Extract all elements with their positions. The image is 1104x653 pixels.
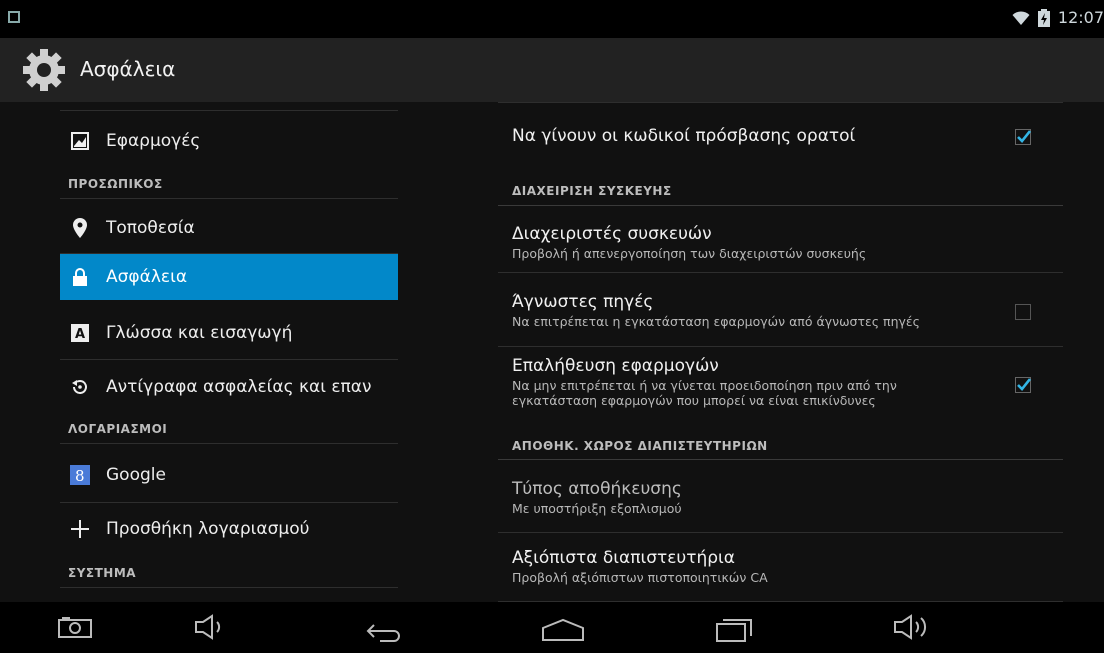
camera-icon[interactable]: [58, 616, 92, 638]
security-settings-list[interactable]: Να γίνουν οι κωδικοί πρόσβασης ορατοί ΔΙ…: [498, 102, 1063, 602]
nav-item-backup-reset[interactable]: Αντίγραφα ασφαλείας και επαν: [60, 364, 398, 410]
setting-storage-type: Τύπος αποθήκευσης Με υποστήριξη εξοπλισμ…: [512, 479, 1077, 516]
setting-trusted-credentials[interactable]: Αξιόπιστα διαπιστευτήρια Προβολή αξιόπισ…: [512, 548, 1077, 585]
nav-item-language-input[interactable]: A Γλώσσα και εισαγωγή: [60, 310, 398, 356]
nav-item-label: Προσθήκη λογαριασμού: [106, 519, 310, 539]
location-pin-icon: [68, 218, 92, 238]
setting-summary-line-2: εγκατάσταση εφαρμογών που μπορεί να είνα…: [512, 393, 876, 408]
nav-item-google[interactable]: 8 Google: [60, 452, 398, 498]
divider: [498, 346, 1063, 347]
divider: [60, 502, 398, 503]
google-icon: 8: [68, 465, 92, 485]
plus-icon: [68, 520, 92, 538]
nav-item-label: Αντίγραφα ασφαλείας και επαν: [106, 377, 372, 397]
setting-summary: Να επιτρέπεται η εγκατάσταση εφαρμογών α…: [512, 314, 920, 329]
show-passwords-checkbox[interactable]: [1015, 129, 1031, 145]
setting-title: Να γίνουν οι κωδικοί πρόσβασης ορατοί: [512, 126, 856, 146]
section-header-device-admin: ΔΙΑΧΕΙΡΙΣΗ ΣΥΣΚΕΥΗΣ: [512, 184, 672, 198]
divider: [498, 459, 1063, 460]
section-header-credential-storage: ΑΠΟΘΗΚ. ΧΩΡΟΣ ΔΙΑΠΙΣΤΕΥΤΗΡΙΩΝ: [512, 439, 768, 453]
setting-title: Τύπος αποθήκευσης: [512, 479, 682, 499]
nav-item-location[interactable]: Τοποθεσία: [60, 205, 398, 251]
volume-down-icon[interactable]: [194, 614, 228, 640]
settings-content: Εφαρμογές ΠΡΟΣΩΠΙΚΟΣ Τοποθεσία Ασφάλεια …: [0, 102, 1104, 602]
section-header-accounts: ΛΟΓΑΡΙΑΣΜΟΙ: [68, 422, 168, 436]
divider: [498, 102, 1063, 103]
setting-show-passwords[interactable]: Να γίνουν οι κωδικοί πρόσβασης ορατοί: [512, 126, 1077, 146]
keyboard-a-icon: A: [68, 324, 92, 342]
nav-item-label: Google: [106, 465, 166, 485]
nav-item-apps[interactable]: Εφαρμογές: [60, 118, 398, 164]
backup-restore-icon: [68, 378, 92, 396]
screenshot-notification-icon: [8, 11, 20, 23]
nav-item-label: Τοποθεσία: [106, 218, 195, 238]
apps-icon: [68, 132, 92, 150]
setting-summary: Με υποστήριξη εξοπλισμού: [512, 501, 682, 516]
divider: [498, 532, 1063, 533]
page-title: Ασφάλεια: [80, 57, 176, 81]
divider: [60, 359, 398, 360]
divider: [60, 587, 398, 588]
navigation-bar: [0, 602, 1104, 653]
nav-item-label: Ασφάλεια: [106, 267, 188, 287]
svg-text:8: 8: [75, 467, 85, 485]
setting-summary: Προβολή ή απενεργοποίηση των διαχειριστώ…: [512, 246, 867, 261]
settings-nav-list[interactable]: Εφαρμογές ΠΡΟΣΩΠΙΚΟΣ Τοποθεσία Ασφάλεια …: [60, 102, 398, 602]
divider: [60, 198, 398, 199]
setting-title: Διαχειριστές συσκευών: [512, 224, 712, 244]
divider: [498, 205, 1063, 206]
divider: [498, 272, 1063, 273]
setting-verify-apps[interactable]: Επαλήθευση εφαρμογών Να μην επιτρέπεται …: [512, 356, 1077, 408]
settings-gear-icon[interactable]: [22, 48, 66, 92]
nav-item-security[interactable]: Ασφάλεια: [60, 254, 398, 300]
divider: [60, 110, 398, 111]
nav-item-label: Γλώσσα και εισαγωγή: [106, 323, 293, 343]
back-icon[interactable]: [366, 622, 404, 642]
nav-item-label: Εφαρμογές: [106, 131, 201, 151]
setting-title: Αξιόπιστα διαπιστευτήρια: [512, 548, 736, 568]
divider: [60, 443, 398, 444]
setting-title: Άγνωστες πηγές: [512, 292, 654, 312]
recent-apps-icon[interactable]: [715, 616, 753, 642]
setting-device-admins[interactable]: Διαχειριστές συσκευών Προβολή ή απενεργο…: [512, 224, 1077, 261]
nav-item-add-account[interactable]: Προσθήκη λογαριασμού: [60, 506, 398, 552]
setting-unknown-sources[interactable]: Άγνωστες πηγές Να επιτρέπεται η εγκατάστ…: [512, 292, 1077, 329]
status-bar: 12:07: [0, 0, 1104, 38]
lock-icon: [68, 268, 92, 286]
setting-summary-line-1: Να μην επιτρέπεται ή να γίνεται προειδοπ…: [512, 378, 897, 393]
battery-icon: [1037, 8, 1050, 27]
section-header-personal: ΠΡΟΣΩΠΙΚΟΣ: [68, 177, 163, 191]
setting-title: Επαλήθευση εφαρμογών: [512, 356, 719, 376]
verify-apps-checkbox[interactable]: [1015, 377, 1031, 393]
home-icon[interactable]: [541, 618, 585, 642]
volume-up-icon[interactable]: [893, 614, 933, 640]
section-header-system: ΣΥΣΤΗΜΑ: [68, 566, 137, 580]
clock: 12:07: [1057, 8, 1104, 27]
unknown-sources-checkbox[interactable]: [1015, 304, 1031, 320]
svg-text:A: A: [75, 327, 85, 342]
setting-summary: Προβολή αξιόπιστων πιστοποιητικών CA: [512, 570, 768, 585]
wifi-icon: [1012, 10, 1030, 25]
